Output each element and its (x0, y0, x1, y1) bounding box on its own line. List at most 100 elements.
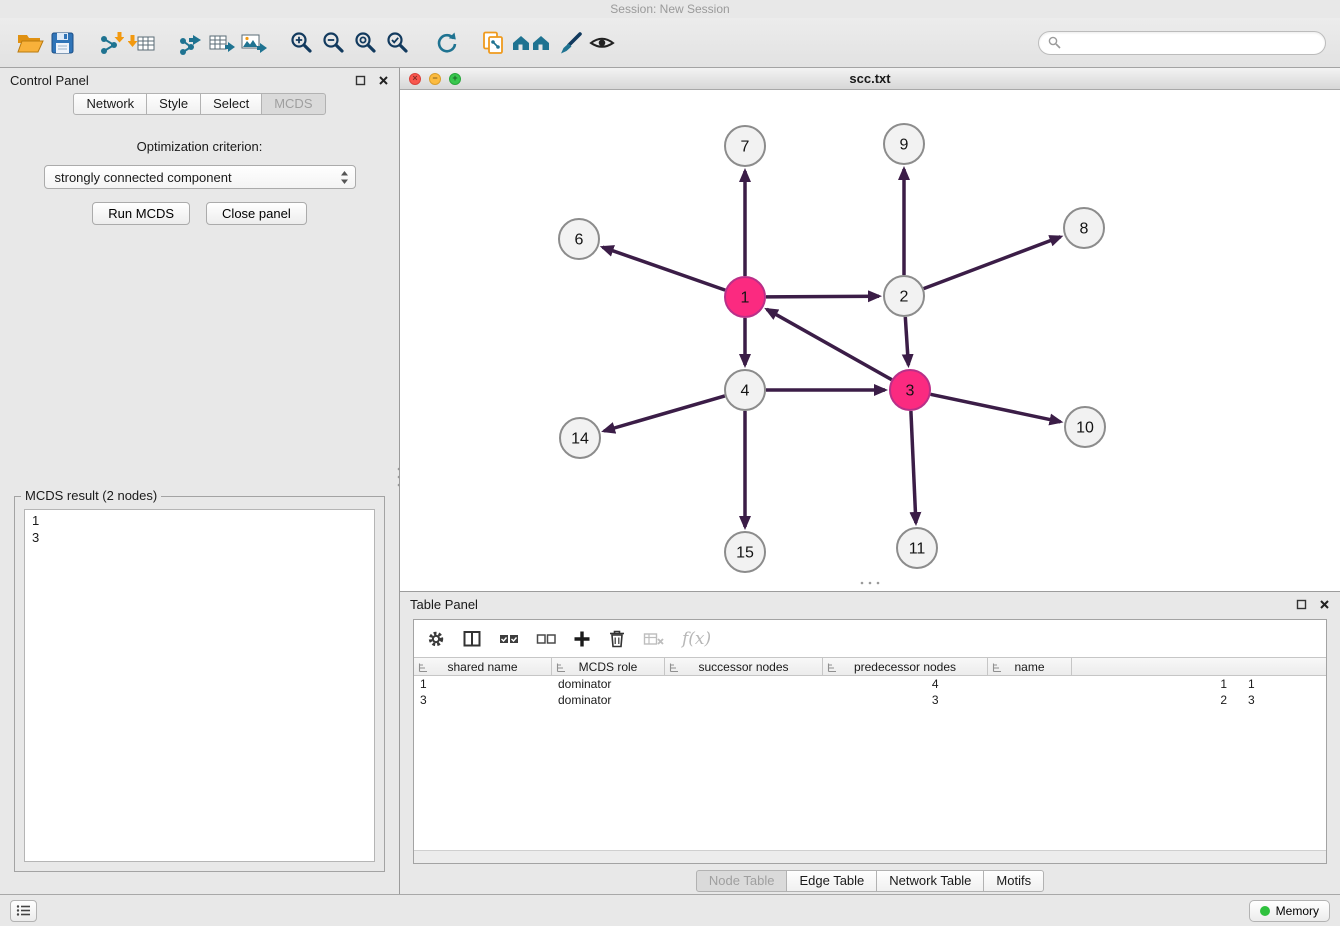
node-11[interactable]: 11 (897, 528, 937, 568)
save-session-button[interactable] (46, 27, 78, 59)
node-label: 9 (900, 137, 909, 154)
zoom-out-button[interactable] (318, 27, 350, 59)
main-area: Control Panel NetworkStyleSelectMCDS Opt… (0, 68, 1340, 894)
zoom-in-button[interactable] (286, 27, 318, 59)
node-9[interactable]: 9 (884, 124, 924, 164)
mcds-result-list: 13 (24, 509, 375, 862)
column-header-mcds-role[interactable]: MCDS role (552, 658, 665, 675)
eye-icon (588, 30, 616, 56)
home-button[interactable] (510, 27, 554, 59)
refresh-layout-button[interactable] (430, 27, 462, 59)
node-8[interactable]: 8 (1064, 208, 1104, 248)
column-header-label: successor nodes (698, 660, 788, 674)
open-file-button[interactable] (14, 27, 46, 59)
show-panels-list-button[interactable] (10, 900, 37, 922)
horizontal-splitter-handle[interactable] (859, 572, 881, 590)
function-builder-fx-icon: f(x) (682, 629, 711, 649)
close-panel-icon[interactable] (378, 75, 389, 86)
deselect-all-columns-icon[interactable] (536, 632, 556, 646)
show-columns-icon[interactable] (463, 630, 482, 648)
close-window-button[interactable]: × (409, 73, 421, 85)
node-3[interactable]: 3 (890, 370, 930, 410)
node-2[interactable]: 2 (884, 276, 924, 316)
refresh-icon (433, 30, 460, 56)
create-column-plus-icon[interactable] (573, 630, 591, 648)
float-table-panel-icon[interactable] (1296, 599, 1307, 610)
column-header-predecessor-nodes[interactable]: predecessor nodes (823, 658, 988, 675)
new-network-from-selection-button[interactable] (478, 27, 510, 59)
delete-column-trash-icon[interactable] (608, 629, 626, 648)
table-panel-header: Table Panel (400, 592, 1340, 617)
node-6[interactable]: 6 (559, 219, 599, 259)
node-14[interactable]: 14 (560, 418, 600, 458)
control-panel-header: Control Panel (0, 68, 399, 93)
run-mcds-button[interactable]: Run MCDS (92, 202, 190, 225)
column-header-shared-name[interactable]: shared name (414, 658, 552, 675)
network-window-titlebar: scc.txt × − + (400, 68, 1340, 90)
edge-1-2[interactable] (766, 296, 879, 297)
table-settings-gear-icon[interactable] (426, 629, 446, 649)
search-box[interactable] (1038, 31, 1326, 55)
open-folder-icon (16, 30, 44, 56)
memory-status-dot (1260, 906, 1270, 916)
new-network-from-selection-icon (480, 30, 508, 56)
tab-edge-table[interactable]: Edge Table (786, 870, 877, 892)
node-15[interactable]: 15 (725, 532, 765, 572)
tab-network-table[interactable]: Network Table (876, 870, 984, 892)
edge-3-11[interactable] (911, 411, 916, 523)
node-10[interactable]: 10 (1065, 407, 1105, 447)
close-panel-button[interactable]: Close panel (206, 202, 307, 225)
tab-node-table[interactable]: Node Table (696, 870, 788, 892)
search-input[interactable] (1066, 36, 1316, 50)
zoom-fit-button[interactable] (350, 27, 382, 59)
node-label: 3 (906, 383, 915, 400)
column-header-name[interactable]: name (988, 658, 1072, 675)
import-table-icon (128, 30, 156, 56)
export-table-button[interactable] (206, 27, 238, 59)
edge-1-6[interactable] (603, 247, 726, 290)
import-network-icon (96, 30, 124, 56)
import-table-button[interactable] (126, 27, 158, 59)
tab-mcds[interactable]: MCDS (261, 93, 325, 115)
memory-button[interactable]: Memory (1249, 900, 1330, 922)
node-4[interactable]: 4 (725, 370, 765, 410)
minimize-window-button[interactable]: − (429, 73, 441, 85)
float-panel-icon[interactable] (355, 75, 366, 86)
zoom-selected-button[interactable] (382, 27, 414, 59)
export-network-button[interactable] (174, 27, 206, 59)
table-horizontal-scrollbar[interactable] (414, 850, 1326, 863)
edge-2-8[interactable] (924, 237, 1061, 289)
table-cell-name: 1 (1242, 677, 1326, 691)
mcds-panel: Optimization criterion: strongly connect… (0, 115, 399, 894)
show-hide-button[interactable] (586, 27, 618, 59)
close-table-panel-icon[interactable] (1319, 599, 1330, 610)
export-image-icon (240, 30, 268, 56)
node-table: f(x) shared nameMCDS role successor nodes… (413, 619, 1327, 864)
export-image-button[interactable] (238, 27, 270, 59)
edge-3-1[interactable] (767, 309, 892, 379)
node-1[interactable]: 1 (725, 277, 765, 317)
column-attribute-icon (669, 662, 680, 673)
network-canvas[interactable]: 7 9 6 8 1 2 4 3 14 10 15 11 (400, 90, 1340, 591)
table-row[interactable]: 3dominator323 (414, 692, 1326, 708)
right-area: scc.txt × − + 7968124314101511 Tabl (400, 68, 1340, 894)
tab-network[interactable]: Network (73, 93, 147, 115)
table-row[interactable]: 1dominator411 (414, 676, 1326, 692)
select-all-columns-icon[interactable] (499, 632, 519, 646)
apply-style-button[interactable] (554, 27, 586, 59)
column-attribute-icon (418, 662, 429, 673)
import-network-button[interactable] (94, 27, 126, 59)
zoom-window-button[interactable]: + (449, 73, 461, 85)
tab-select[interactable]: Select (200, 93, 262, 115)
mcds-result-line: 1 (32, 512, 367, 529)
edge-2-3[interactable] (905, 317, 908, 365)
node-label: 15 (736, 545, 754, 562)
node-7[interactable]: 7 (725, 126, 765, 166)
table-cell-shared-name: 3 (414, 693, 552, 707)
tab-style[interactable]: Style (146, 93, 201, 115)
optimization-criterion-select[interactable]: strongly connected component (44, 165, 356, 189)
edge-3-10[interactable] (931, 394, 1061, 422)
edge-4-14[interactable] (604, 396, 725, 431)
tab-motifs[interactable]: Motifs (983, 870, 1044, 892)
column-header-successor-nodes[interactable]: successor nodes (665, 658, 823, 675)
